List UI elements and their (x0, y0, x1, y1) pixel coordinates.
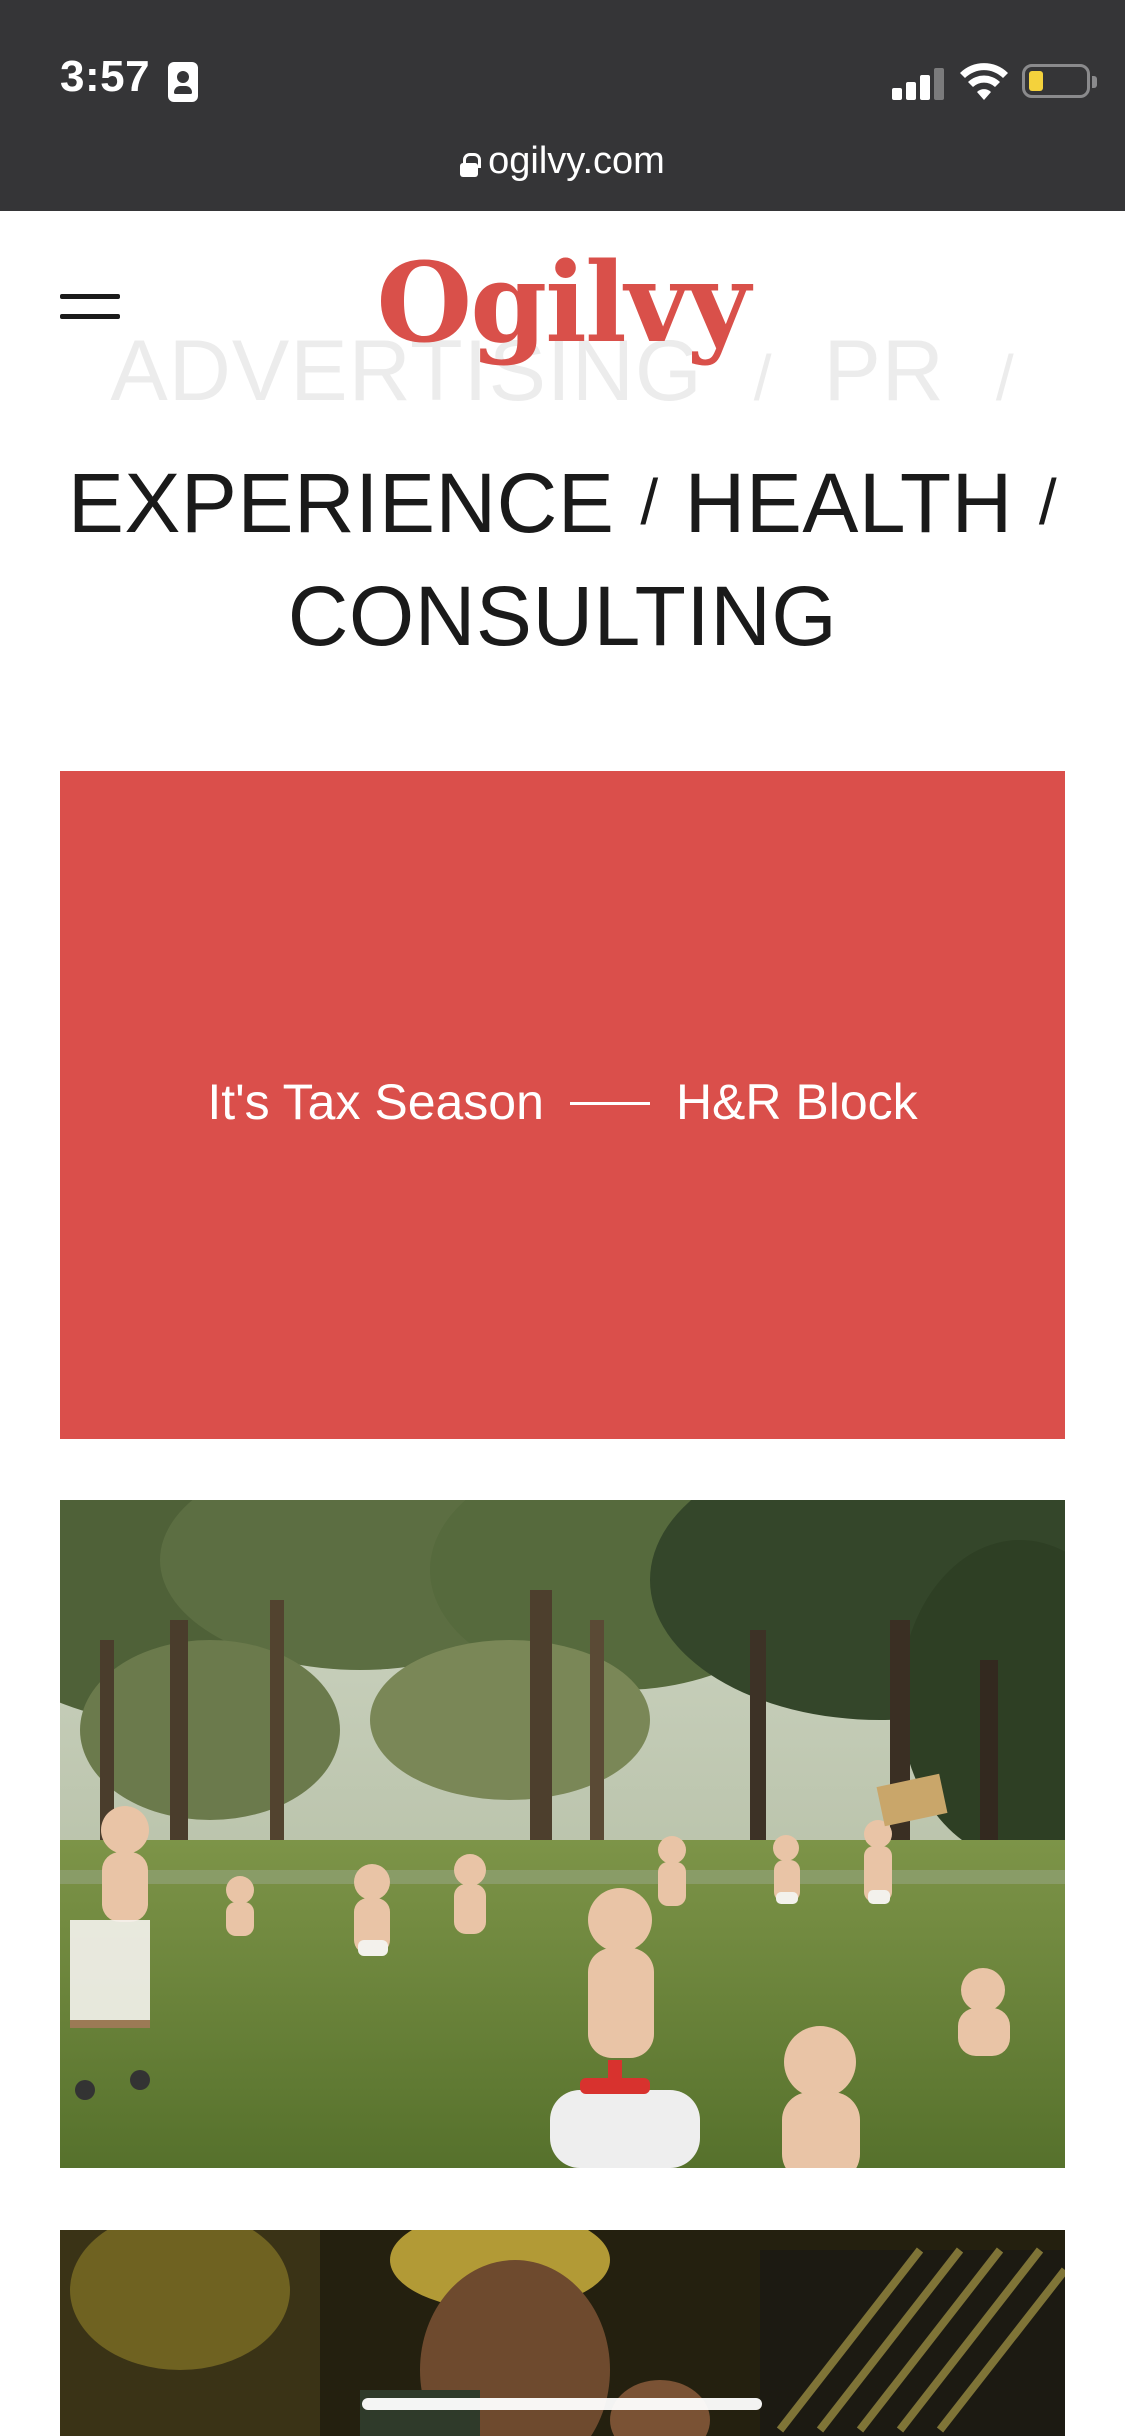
battery-icon (1022, 64, 1097, 98)
case-title: It's Tax Season (207, 1074, 544, 1130)
discipline-separator: / (640, 466, 659, 538)
cellular-signal-icon (892, 66, 944, 100)
disciplines-line: EXPERIENCE / HEALTH / (0, 455, 1125, 552)
disciplines-line: CONSULTING (0, 568, 1125, 665)
address-bar[interactable]: ogilvy.com (0, 140, 1125, 200)
home-indicator[interactable] (362, 2398, 762, 2410)
babies-in-park-image (60, 1500, 1065, 2168)
status-time: 3:57 (60, 52, 151, 101)
case-caption: It's Tax Season H&R Block (60, 1073, 1065, 1131)
discipline-separator: / (1038, 466, 1058, 538)
discipline-health[interactable]: HEALTH (685, 456, 1013, 550)
ogilvy-logo[interactable]: Ogilvy (0, 238, 1125, 367)
case-client: H&R Block (675, 1074, 918, 1130)
url-text: ogilvy.com (488, 140, 665, 182)
case-image-card[interactable] (60, 1500, 1065, 2168)
caption-dash (569, 1102, 650, 1105)
lock-icon (460, 153, 482, 177)
discipline-experience[interactable]: EXPERIENCE (68, 456, 615, 550)
wifi-icon (960, 63, 1008, 100)
status-bar: 3:57 ogilvy.com (0, 0, 1125, 211)
discipline-consulting[interactable]: CONSULTING (288, 569, 837, 663)
contact-card-icon (168, 62, 198, 102)
featured-case-card[interactable]: It's Tax Season H&R Block (60, 771, 1065, 1439)
